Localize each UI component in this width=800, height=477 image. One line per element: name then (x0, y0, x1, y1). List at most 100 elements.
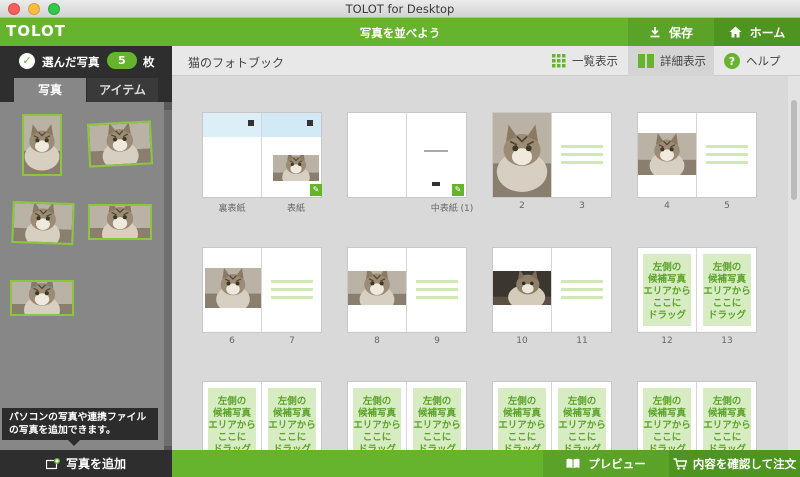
drop-hint-line: ドラッグ (707, 310, 746, 321)
cover-logo-mark (307, 120, 313, 126)
text-placeholder (271, 280, 313, 304)
page-label: 裏表紙 (218, 204, 246, 214)
page-number: 6 (229, 336, 235, 346)
help-button[interactable]: ? ヘルプ (714, 46, 800, 76)
spread-12-13[interactable]: 左側の 候補写真 エリアから ここに ドラッグ 左側の 候補写真 エリアから ここに ドラッグ (638, 248, 756, 332)
main-scroll-thumb[interactable] (791, 100, 797, 200)
spread-16-17[interactable]: 左側の 候補写真 エリアから ここに ドラッグ 左側の 候補写真 エリアから ここに ドラッグ (348, 382, 466, 450)
page-number: 4 (664, 201, 670, 211)
grid-icon (552, 54, 566, 68)
page-photo (493, 271, 551, 305)
spread-20-21[interactable]: 左側の 候補写真 エリアから ここに ドラッグ 左側の 候補写真 エリアから ここに ドラッグ (638, 382, 756, 450)
add-photo-button[interactable]: 写真を追加 (0, 450, 172, 477)
page-number: 12 (661, 336, 673, 346)
drop-hint-line: ここに (652, 298, 682, 309)
add-photo-tooltip: パソコンの写真や連携ファイル の写真を追加できます。 (2, 408, 158, 440)
drop-zone[interactable]: 左側の 候補写真 エリアから ここに ドラッグ (643, 388, 691, 450)
drop-hint-line: エリアから (703, 420, 751, 431)
drop-hint-line: エリアから (643, 420, 691, 431)
window-title: TOLOT for Desktop (345, 2, 455, 16)
spread-18-19[interactable]: 左側の 候補写真 エリアから ここに ドラッグ 左側の 候補写真 エリアから ここに ドラッグ (493, 382, 611, 450)
spread-8-9[interactable] (348, 248, 466, 332)
detail-view-icon (638, 54, 654, 68)
spread-2-3[interactable] (493, 113, 611, 197)
detail-view-label: 詳細表示 (660, 54, 706, 68)
page-photo (205, 268, 261, 308)
selected-label: 選んだ写真 (42, 55, 100, 69)
tooltip-arrow (68, 440, 80, 446)
candidate-photo[interactable] (88, 204, 152, 240)
drop-zone[interactable]: 左側の 候補写真 エリアから ここに ドラッグ (413, 388, 461, 450)
home-button[interactable]: ホーム (714, 18, 800, 46)
drop-hint-line: エリアから (498, 420, 546, 431)
drop-zone[interactable]: 左側の 候補写真 エリアから ここに ドラッグ (208, 388, 256, 450)
drop-hint-line: 左側の (507, 396, 537, 407)
save-label: 保存 (668, 25, 693, 40)
home-label: ホーム (749, 25, 786, 40)
drop-hint-line: 候補写真 (272, 408, 311, 419)
detail-view-button[interactable]: 詳細表示 (628, 46, 714, 76)
spread-inner-cover[interactable]: ✎ (348, 113, 466, 197)
candidate-photo[interactable] (22, 114, 62, 176)
save-button[interactable]: 保存 (628, 18, 714, 46)
download-icon (650, 27, 660, 38)
drop-zone[interactable]: 左側の 候補写真 エリアから ここに ドラッグ (703, 254, 751, 326)
selected-photo-count: ✓ 選んだ写真 5 枚 (0, 46, 172, 76)
tooltip-line: の写真を追加できます。 (9, 425, 116, 436)
drop-zone[interactable]: 左側の 候補写真 エリアから ここに ドラッグ (703, 388, 751, 450)
spread-4-5[interactable] (638, 113, 756, 197)
text-placeholder (561, 145, 603, 169)
drop-hint-line: 候補写真 (707, 408, 746, 419)
drop-hint-line: 候補写真 (212, 408, 251, 419)
bottom-bar: 写真を追加 プレビュー 内容を確認して注文 (0, 450, 800, 477)
list-view-button[interactable]: 一覧表示 (542, 46, 628, 76)
text-placeholder (561, 280, 603, 304)
preview-button[interactable]: プレビュー (543, 450, 669, 477)
add-photo-icon (45, 457, 60, 469)
drop-hint-line: エリアから (353, 420, 401, 431)
drop-zone[interactable]: 左側の 候補写真 エリアから ここに ドラッグ (643, 254, 691, 326)
candidate-photo-area (0, 102, 164, 450)
page-photo (493, 113, 551, 197)
candidate-photo[interactable] (11, 200, 75, 246)
drop-hint-line: エリアから (703, 286, 751, 297)
drop-hint-line: ここに (567, 432, 597, 443)
home-icon (729, 26, 742, 38)
order-button[interactable]: 内容を確認して注文 (669, 450, 800, 477)
tab-items[interactable]: アイテム (87, 78, 158, 102)
drop-zone[interactable]: 左側の 候補写真 エリアから ここに ドラッグ (498, 388, 546, 450)
page-number: 7 (289, 336, 295, 346)
drop-hint-line: 候補写真 (647, 274, 686, 285)
drop-hint-line: エリアから (208, 420, 256, 431)
drop-hint-line: 左側の (652, 396, 682, 407)
drop-hint-line: 候補写真 (647, 408, 686, 419)
drop-hint-line: 左側の (217, 396, 247, 407)
inner-cover-logo-mark (432, 182, 440, 186)
candidate-photo[interactable] (10, 280, 74, 316)
drop-zone[interactable]: 左側の 候補写真 エリアから ここに ドラッグ (268, 388, 316, 450)
spread-10-11[interactable] (493, 248, 611, 332)
drop-hint-line: 左側の (652, 262, 682, 273)
book-title: 猫のフォトブック (188, 56, 285, 70)
drop-hint-line: ここに (422, 432, 452, 443)
photo-sidebar: ✓ 選んだ写真 5 枚 写真 アイテム パソコンの写真や連携ファイル の写真を追… (0, 46, 172, 450)
order-label: 内容を確認して注文 (692, 456, 797, 471)
edit-icon[interactable]: ✎ (452, 184, 464, 196)
spread-6-7[interactable] (203, 248, 321, 332)
page-photo (348, 271, 406, 305)
drop-zone[interactable]: 左側の 候補写真 エリアから ここに ドラッグ (558, 388, 606, 450)
drop-hint-line: エリアから (268, 420, 316, 431)
cart-icon (673, 457, 687, 470)
svg-text:?: ? (729, 55, 735, 68)
page-number: 8 (374, 336, 380, 346)
drop-zone[interactable]: 左側の 候補写真 エリアから ここに ドラッグ (353, 388, 401, 450)
drop-hint-line: 左側の (362, 396, 392, 407)
candidate-photo[interactable] (86, 120, 154, 168)
spread-14-15[interactable]: 左側の 候補写真 エリアから ここに ドラッグ 左側の 候補写真 エリアから ここに ドラッグ (203, 382, 321, 450)
add-photo-label: 写真を追加 (65, 457, 126, 471)
page-number: 2 (519, 201, 525, 211)
tab-photos[interactable]: 写真 (14, 78, 86, 102)
spread-cover[interactable]: ✎ (203, 113, 322, 197)
sidebar-scroll-thumb[interactable] (164, 110, 172, 446)
edit-icon[interactable]: ✎ (310, 184, 322, 196)
